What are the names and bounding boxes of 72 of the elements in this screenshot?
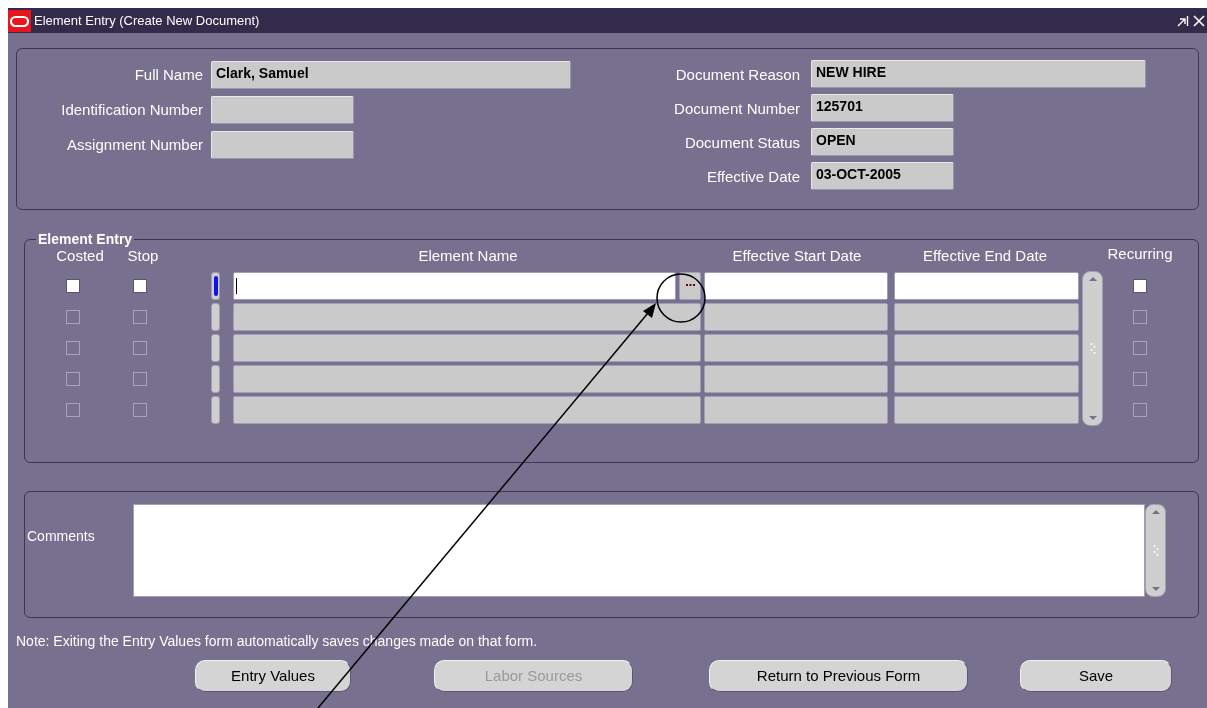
scrollbar[interactable] xyxy=(1145,504,1166,597)
column-header: Recurring xyxy=(1107,243,1173,264)
form-button[interactable]: Entry Values xyxy=(195,660,351,692)
field-label: Full Name xyxy=(133,65,204,85)
element-name-field[interactable] xyxy=(233,333,701,362)
field-label: Document Reason xyxy=(674,65,801,85)
record-indicator[interactable] xyxy=(211,395,220,424)
checkbox[interactable] xyxy=(133,371,147,386)
field-label: Identification Number xyxy=(60,100,204,120)
close-icon[interactable] xyxy=(1193,14,1205,27)
checkbox[interactable] xyxy=(1133,278,1147,293)
start-date-field[interactable] xyxy=(704,333,888,362)
scrollbar[interactable] xyxy=(1082,271,1103,426)
checkbox[interactable] xyxy=(133,340,147,355)
record-indicator[interactable] xyxy=(211,364,220,393)
checkbox[interactable] xyxy=(66,340,80,355)
record-indicator[interactable] xyxy=(211,271,220,300)
text-field[interactable]: 125701 xyxy=(811,94,954,122)
record-indicator[interactable] xyxy=(211,333,220,362)
field-label: Comments xyxy=(26,527,96,546)
column-header: Costed xyxy=(55,246,104,266)
list-of-values-button[interactable] xyxy=(679,271,701,300)
column-header: Effective End Date xyxy=(922,245,1048,266)
end-date-field[interactable] xyxy=(894,302,1079,331)
column-header: Element Name xyxy=(417,245,519,266)
checkbox[interactable] xyxy=(66,278,80,293)
section-title: Element Entry xyxy=(37,232,134,246)
checkbox[interactable] xyxy=(1133,371,1147,386)
element-name-field[interactable] xyxy=(233,302,701,331)
ellipsis-icon xyxy=(685,284,695,287)
column-header: Effective Start Date xyxy=(731,245,863,266)
end-date-field[interactable] xyxy=(894,333,1079,362)
start-date-field[interactable] xyxy=(704,302,888,331)
callout-circle xyxy=(656,273,706,323)
text-field[interactable] xyxy=(211,131,354,159)
text-field[interactable]: Clark, Samuel xyxy=(211,61,571,89)
checkbox[interactable] xyxy=(66,371,80,386)
element-name-field[interactable] xyxy=(233,271,676,300)
restore-icon[interactable] xyxy=(1177,14,1189,27)
checkbox[interactable] xyxy=(66,402,80,417)
checkbox[interactable] xyxy=(133,309,147,324)
start-date-field[interactable] xyxy=(704,395,888,424)
text-field[interactable]: OPEN xyxy=(811,128,954,156)
field-label: Effective Date xyxy=(705,167,801,187)
grip-icon[interactable] xyxy=(1089,341,1096,356)
record-indicator[interactable] xyxy=(211,302,220,331)
checkbox[interactable] xyxy=(1133,402,1147,417)
app-logo-icon xyxy=(8,9,31,32)
start-date-field[interactable] xyxy=(704,271,888,300)
checkbox[interactable] xyxy=(133,402,147,417)
start-date-field[interactable] xyxy=(704,364,888,393)
checkbox[interactable] xyxy=(1133,340,1147,355)
element-name-field[interactable] xyxy=(233,364,701,393)
checkbox[interactable] xyxy=(1133,309,1147,324)
text-field[interactable]: NEW HIRE xyxy=(811,60,1146,88)
checkbox[interactable] xyxy=(133,278,147,293)
grip-icon[interactable] xyxy=(1152,543,1159,558)
end-date-field[interactable] xyxy=(894,271,1079,300)
end-date-field[interactable] xyxy=(894,395,1079,424)
field-label: Document Number xyxy=(673,99,801,119)
field-label: Assignment Number xyxy=(66,135,204,155)
comments-field[interactable] xyxy=(133,504,1145,597)
column-header: Stop xyxy=(127,246,160,266)
text-field[interactable]: 03-OCT-2005 xyxy=(811,162,954,190)
text-field[interactable] xyxy=(211,96,354,124)
window-title: Element Entry (Create New Document) xyxy=(34,11,260,30)
end-date-field[interactable] xyxy=(894,364,1079,393)
element-name-field[interactable] xyxy=(233,395,701,424)
checkbox[interactable] xyxy=(66,309,80,324)
form-button[interactable]: Return to Previous Form xyxy=(709,660,968,692)
field-label: Document Status xyxy=(683,133,801,153)
form-button[interactable]: Save xyxy=(1020,660,1172,692)
